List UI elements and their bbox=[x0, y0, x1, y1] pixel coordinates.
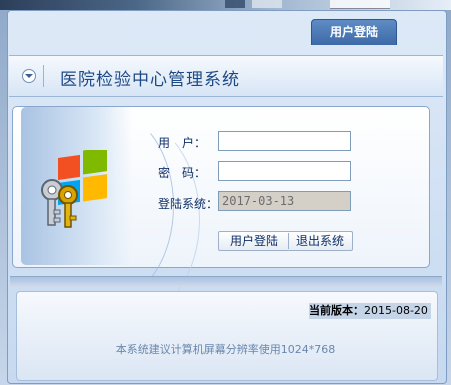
windows-keys-icon bbox=[41, 150, 107, 228]
version-label: 当前版本： bbox=[309, 304, 364, 317]
password-input[interactable] bbox=[218, 161, 351, 181]
page-title: 医院检验中心管理系统 bbox=[60, 70, 240, 90]
login-button[interactable]: 用户登陆 bbox=[223, 232, 285, 250]
version-info: 当前版本：2015-08-20 bbox=[309, 303, 431, 319]
button-divider bbox=[288, 233, 289, 249]
username-input[interactable] bbox=[218, 131, 351, 151]
username-label: 用 户： bbox=[158, 136, 207, 150]
password-label: 密 码： bbox=[158, 166, 207, 180]
strip-chip bbox=[252, 0, 282, 8]
collapse-icon[interactable] bbox=[22, 69, 36, 83]
login-date-field: 2017-03-13 bbox=[218, 191, 351, 211]
logo-green bbox=[83, 150, 107, 175]
strip-chip bbox=[330, 0, 390, 9]
resolution-note: 本系统建议计算机屏幕分辨率使用1024*768 bbox=[115, 343, 336, 356]
section-divider-bar bbox=[10, 276, 442, 287]
strip-chip bbox=[225, 0, 245, 8]
tab-user-login[interactable]: 用户登陆 bbox=[311, 19, 397, 45]
logo-yellow bbox=[83, 174, 107, 202]
logo-red bbox=[58, 154, 80, 180]
login-date-label: 登陆系统： bbox=[158, 197, 219, 211]
login-button-group: 用户登陆 退出系统 bbox=[218, 231, 353, 251]
version-value: 2015-08-20 bbox=[364, 304, 428, 317]
background-window-strip bbox=[0, 0, 451, 10]
header-separator bbox=[43, 65, 44, 87]
exit-button[interactable]: 退出系统 bbox=[291, 232, 349, 250]
header-bar: 医院检验中心管理系统 bbox=[9, 55, 443, 97]
